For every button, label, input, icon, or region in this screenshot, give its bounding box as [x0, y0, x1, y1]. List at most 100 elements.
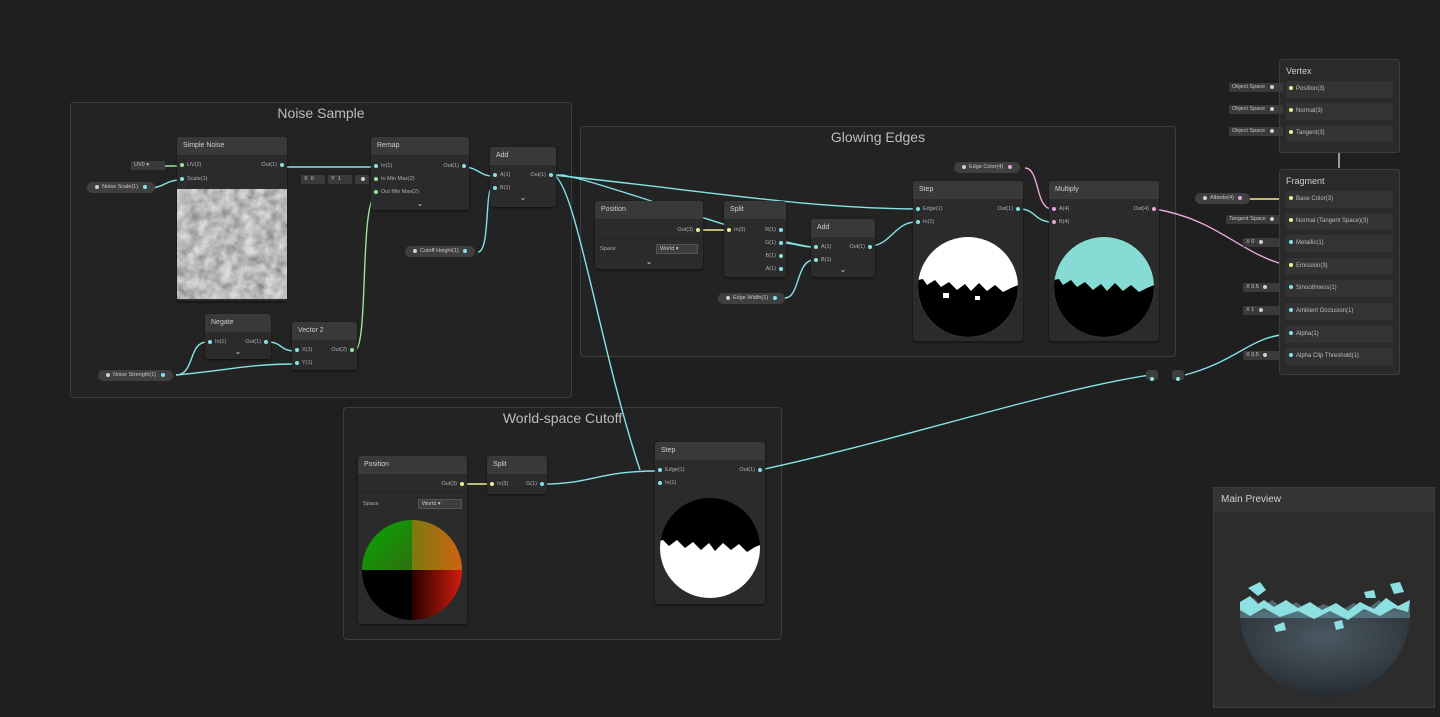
in-min-y-field[interactable]: Y 1: [328, 175, 352, 184]
space-label: Space: [600, 246, 616, 252]
metallic-field[interactable]: X 0: [1243, 238, 1279, 247]
port-y[interactable]: Y(1): [292, 359, 312, 367]
chevron-down-icon[interactable]: ⌄: [417, 199, 424, 208]
fragment-row-alpha-clip[interactable]: Alpha Clip Threshold(1): [1286, 348, 1393, 365]
uv-dropdown[interactable]: UV0 ▾: [131, 161, 165, 170]
vertex-context[interactable]: Vertex Position(3) Normal(3) Tangent(3): [1279, 59, 1400, 153]
albedo-property[interactable]: Albedo(4): [1195, 193, 1251, 204]
reroute-node[interactable]: [1172, 370, 1184, 381]
fragment-context[interactable]: Fragment Base Color(3) Normal (Tangent S…: [1279, 169, 1400, 375]
vertex-row-tangent[interactable]: Tangent(3): [1286, 125, 1393, 142]
port-out[interactable]: Out(3): [441, 480, 467, 488]
vertex-tangent-space[interactable]: Object Space: [1229, 127, 1283, 136]
port-g[interactable]: G(1): [526, 480, 547, 488]
node-add-2[interactable]: Add A(1) B(1) Out(1) ⌄: [811, 219, 875, 277]
in-min-x-field[interactable]: X 0: [301, 175, 325, 184]
main-preview-title: Main Preview: [1214, 488, 1434, 512]
port-out[interactable]: Out(1): [849, 243, 875, 251]
port-in-min-max[interactable]: In Min Max(2): [371, 175, 415, 183]
space-dropdown[interactable]: World ▾: [418, 499, 462, 509]
port-a[interactable]: A(1): [766, 265, 786, 273]
reroute-node[interactable]: [1146, 370, 1158, 381]
port-b[interactable]: B(1): [811, 256, 831, 264]
noise-strength-property[interactable]: Noise Strength(1): [98, 370, 173, 381]
wire: [759, 374, 1151, 471]
node-position[interactable]: Position Out(3) Space World ▾ ⌄: [595, 201, 703, 269]
port-uv[interactable]: UV(2): [177, 161, 201, 169]
port-out[interactable]: Out(1): [739, 466, 765, 474]
port-r[interactable]: R(1): [765, 226, 786, 234]
ambient-occlusion-field[interactable]: X 1: [1243, 306, 1279, 315]
node-position-2[interactable]: Position Out(3) Space World ▾: [358, 456, 467, 624]
port-b[interactable]: B(1): [490, 184, 510, 192]
edge-width-property[interactable]: Edge Width(1): [718, 293, 785, 304]
port-edge[interactable]: Edge(1): [655, 466, 685, 474]
port-out[interactable]: Out(1): [443, 162, 469, 170]
node-add[interactable]: Add A(1) B(1) Out(1) ⌄: [490, 147, 556, 207]
port-b[interactable]: B(1): [766, 252, 786, 260]
port-b[interactable]: B(4): [1049, 218, 1069, 226]
node-split-2[interactable]: Split In(3) G(1): [487, 456, 547, 494]
chevron-down-icon[interactable]: ⌄: [235, 347, 242, 356]
chevron-down-icon[interactable]: ⌄: [520, 193, 527, 202]
port-in[interactable]: In(3): [724, 226, 745, 234]
fragment-row-ambient-occlusion[interactable]: Ambient Occlusion(1): [1286, 303, 1393, 320]
node-title: Multiply: [1049, 181, 1159, 199]
vertex-row-position[interactable]: Position(3): [1286, 81, 1393, 98]
chevron-down-icon[interactable]: ⌄: [840, 265, 847, 274]
node-multiply[interactable]: Multiply A(4) B(4) Out(4): [1049, 181, 1159, 341]
port-out[interactable]: Out(1): [530, 171, 556, 179]
cutoff-height-property[interactable]: Cutoff Height(1): [405, 246, 476, 257]
node-title: Step: [655, 442, 765, 460]
port-a[interactable]: A(1): [490, 171, 510, 179]
node-title: Split: [724, 201, 786, 219]
output-port[interactable]: [142, 184, 147, 189]
port-scale[interactable]: Scale(1): [177, 175, 207, 183]
fragment-row-alpha[interactable]: Alpha(1): [1286, 326, 1393, 343]
main-preview-window[interactable]: Main Preview: [1213, 487, 1435, 708]
port-in[interactable]: In(3): [487, 480, 508, 488]
port-out[interactable]: Out(1): [245, 338, 271, 346]
port-out[interactable]: Out(4): [1133, 205, 1159, 213]
space-dropdown[interactable]: World ▾: [656, 244, 698, 254]
edge-color-property[interactable]: Edge Color(4): [954, 162, 1020, 173]
node-split[interactable]: Split In(3) R(1) G(1) B(1) A(1): [724, 201, 786, 277]
port-a[interactable]: A(1): [811, 243, 831, 251]
node-title: Remap: [371, 137, 469, 155]
fragment-row-smoothness[interactable]: Smoothness(1): [1286, 280, 1393, 297]
port-out[interactable]: Out(1): [261, 161, 287, 169]
in-min-max-connector[interactable]: [355, 175, 369, 184]
port-edge[interactable]: Edge(1): [913, 205, 943, 213]
port-out[interactable]: Out(2): [331, 346, 357, 354]
port-g[interactable]: G(1): [765, 239, 786, 247]
node-negate[interactable]: Negate In(1) Out(1) ⌄: [205, 314, 271, 359]
port-in[interactable]: In(1): [205, 338, 226, 346]
fragment-row-base-color[interactable]: Base Color(3): [1286, 191, 1393, 208]
alpha-clip-field[interactable]: X 0.5: [1243, 351, 1279, 360]
fragment-row-emission[interactable]: Emission(3): [1286, 258, 1393, 275]
smoothness-field[interactable]: X 0.5: [1243, 283, 1279, 292]
chevron-down-icon[interactable]: ⌄: [646, 257, 653, 266]
node-title: Negate: [205, 314, 271, 332]
normal-space-field[interactable]: Tangent Space: [1226, 215, 1280, 224]
fragment-row-normal[interactable]: Normal (Tangent Space)(3): [1286, 213, 1393, 230]
group-title: Glowing Edges: [830, 129, 926, 145]
node-step[interactable]: Step Edge(1) In(1) Out(1): [913, 181, 1023, 341]
port-in[interactable]: In(1): [371, 162, 392, 170]
port-x[interactable]: X(1): [292, 346, 312, 354]
port-out[interactable]: Out(1): [997, 205, 1023, 213]
port-in[interactable]: In(1): [913, 218, 934, 226]
fragment-row-metallic[interactable]: Metallic(1): [1286, 235, 1393, 252]
noise-scale-property[interactable]: Noise Scale(1): [87, 182, 155, 193]
port-out-min-max[interactable]: Out Min Max(2): [371, 188, 419, 196]
port-out[interactable]: Out(3): [677, 226, 703, 234]
vertex-position-space[interactable]: Object Space: [1229, 83, 1283, 92]
vertex-row-normal[interactable]: Normal(3): [1286, 103, 1393, 120]
node-vector-2[interactable]: Vector 2 X(1) Y(1) Out(2): [292, 322, 357, 370]
port-a[interactable]: A(4): [1049, 205, 1069, 213]
port-in[interactable]: In(1): [655, 479, 676, 487]
node-remap[interactable]: Remap In(1) In Min Max(2) Out Min Max(2)…: [371, 137, 469, 210]
vertex-normal-space[interactable]: Object Space: [1229, 105, 1283, 114]
node-simple-noise[interactable]: Simple Noise UV(2) Scale(1) Out(1): [177, 137, 287, 301]
node-step-2[interactable]: Step Edge(1) In(1) Out(1): [655, 442, 765, 604]
